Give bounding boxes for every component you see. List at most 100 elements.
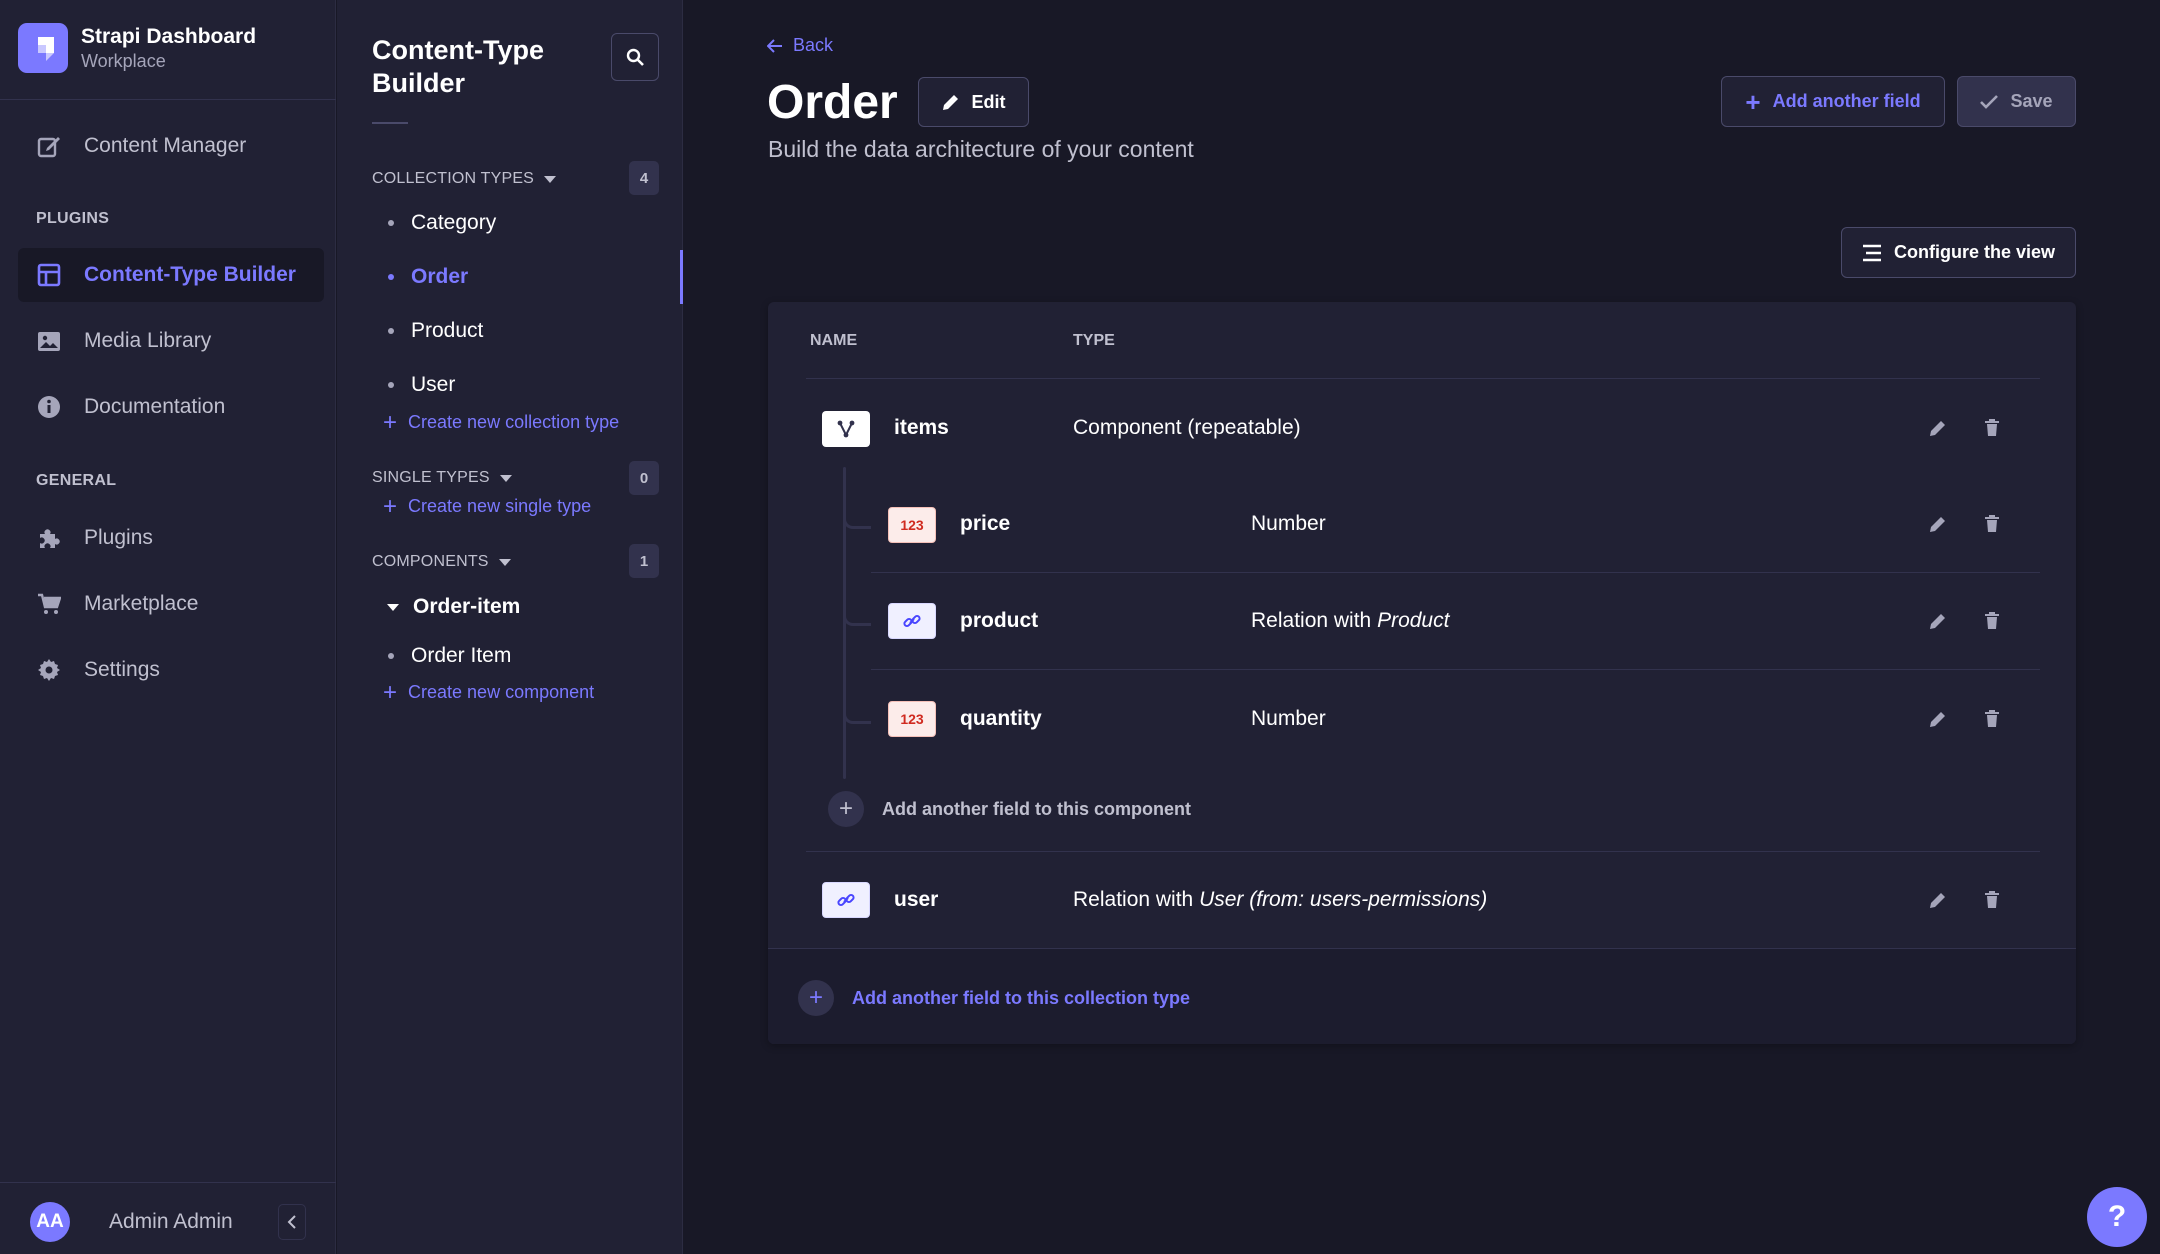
add-another-field-button[interactable]: + Add another field — [1721, 76, 1945, 127]
field-type: Number — [1251, 707, 1326, 730]
layout-grid-icon — [35, 262, 62, 289]
field-name: quantity — [960, 707, 1042, 730]
delete-field-trash-icon[interactable] — [1980, 888, 2004, 912]
caret-down-icon — [499, 474, 512, 482]
nav-marketplace[interactable]: Marketplace — [18, 577, 324, 631]
delete-field-trash-icon[interactable] — [1980, 609, 2004, 633]
tree-connector — [843, 600, 871, 626]
content-type-subnav: Content-Type Builder COLLECTION TYPES 4 … — [337, 0, 683, 1254]
collection-types-toggle[interactable]: COLLECTION TYPES — [372, 170, 557, 188]
header-divider — [806, 378, 2040, 379]
nav-documentation[interactable]: Documentation — [18, 380, 324, 434]
add-collection-field-link[interactable]: Add another field to this collection typ… — [852, 988, 1190, 1009]
subnav-item-label: Product — [411, 319, 484, 342]
field-name: product — [960, 609, 1039, 632]
add-component-field-plus-icon[interactable]: + — [828, 791, 864, 827]
plus-icon: + — [383, 408, 398, 436]
edit-button[interactable]: Edit — [918, 77, 1029, 127]
main-navigation: Strapi Dashboard Workplace Content Manag… — [0, 0, 336, 1254]
row-divider — [806, 851, 2040, 852]
field-name: user — [894, 888, 939, 911]
page-subtitle: Build the data architecture of your cont… — [768, 136, 1194, 162]
nav-section-plugins: PLUGINS — [36, 210, 110, 227]
create-link-label: Create new collection type — [408, 412, 620, 432]
row-divider — [871, 572, 2040, 573]
help-button[interactable]: ? — [2087, 1187, 2147, 1247]
back-link[interactable]: Back — [767, 35, 833, 56]
pencil-square-icon — [35, 133, 62, 160]
user-name[interactable]: Admin Admin — [109, 1210, 233, 1234]
subnav-item-order[interactable]: Order — [388, 265, 468, 289]
nav-label: Documentation — [84, 395, 226, 418]
create-link-label: Create new single type — [408, 496, 592, 516]
delete-field-trash-icon[interactable] — [1980, 707, 2004, 731]
question-mark-icon: ? — [2107, 1200, 2127, 1233]
tree-connector — [843, 698, 871, 724]
subnav-item-label: Order Item — [411, 644, 512, 667]
field-name: price — [960, 512, 1011, 535]
nav-media-library[interactable]: Media Library — [18, 314, 324, 368]
nav-settings[interactable]: Settings — [18, 643, 324, 697]
puzzle-icon — [35, 525, 62, 552]
edit-field-pencil-icon[interactable] — [1926, 512, 1950, 536]
subnav-item-label: Category — [411, 211, 497, 234]
subnav-item-order-item[interactable]: Order Item — [388, 644, 511, 668]
avatar[interactable]: AA — [30, 1202, 70, 1242]
nav-content-type-builder[interactable]: Content-Type Builder — [18, 248, 324, 302]
collapse-nav-button[interactable] — [278, 1204, 306, 1240]
component-category-order-item[interactable]: Order-item — [387, 595, 520, 619]
nav-label: Media Library — [84, 329, 212, 352]
save-button[interactable]: Save — [1957, 76, 2076, 127]
section-label: COMPONENTS — [372, 553, 489, 570]
delete-field-trash-icon[interactable] — [1980, 512, 2004, 536]
field-type: Relation with Product — [1251, 609, 1449, 633]
relation-target: User (from: users-permissions) — [1199, 888, 1488, 911]
nav-content-manager[interactable]: Content Manager — [18, 119, 324, 173]
subnav-title: Content-Type Builder — [372, 35, 544, 98]
caret-down-icon — [544, 175, 557, 183]
brand[interactable]: Strapi Dashboard Workplace — [18, 22, 256, 74]
edit-field-pencil-icon[interactable] — [1926, 888, 1950, 912]
create-component-link[interactable]: + Create new component — [383, 680, 594, 704]
subnav-item-category[interactable]: Category — [388, 211, 496, 235]
subnav-item-label: Order — [411, 265, 469, 288]
create-collection-type-link[interactable]: + Create new collection type — [383, 408, 620, 436]
components-toggle[interactable]: COMPONENTS — [372, 553, 511, 571]
subnav-item-user[interactable]: User — [388, 373, 455, 397]
check-icon — [1980, 94, 2010, 109]
nav-label: Content-Type Builder — [84, 263, 296, 286]
caret-down-icon — [498, 558, 511, 566]
subnav-search-button[interactable] — [611, 33, 659, 81]
edit-field-pencil-icon[interactable] — [1926, 609, 1950, 633]
relation-prefix: Relation with — [1251, 609, 1378, 632]
field-type: Number — [1251, 512, 1326, 535]
edit-field-pencil-icon[interactable] — [1926, 707, 1950, 731]
create-single-type-link[interactable]: + Create new single type — [383, 494, 592, 518]
add-collection-field-plus-icon[interactable]: + — [798, 980, 834, 1016]
configure-view-button[interactable]: Configure the view — [1841, 227, 2076, 278]
component-field-icon — [822, 411, 870, 447]
edit-field-pencil-icon[interactable] — [1926, 416, 1950, 440]
add-field-label: Add another field — [1772, 91, 1921, 111]
relation-target: Product — [1377, 609, 1450, 632]
single-types-toggle[interactable]: SINGLE TYPES — [372, 469, 512, 487]
nav-section-general: GENERAL — [36, 472, 117, 489]
search-icon — [626, 48, 644, 66]
section-label: SINGLE TYPES — [372, 469, 490, 486]
component-category-label: Order-item — [413, 595, 521, 618]
column-header-type: TYPE — [1073, 332, 1115, 349]
delete-field-trash-icon[interactable] — [1980, 416, 2004, 440]
subnav-item-product[interactable]: Product — [388, 319, 483, 343]
single-types-count: 0 — [629, 461, 659, 495]
row-divider — [871, 669, 2040, 670]
number-field-icon: 123 — [888, 507, 936, 543]
number-field-icon: 123 — [888, 701, 936, 737]
page-title: Order — [767, 76, 898, 129]
field-type: Relation with User (from: users-permissi… — [1073, 888, 1487, 912]
info-circle-icon — [35, 394, 62, 421]
bullet-icon — [388, 653, 394, 659]
nav-label: Content Manager — [84, 134, 247, 157]
strapi-logo-icon — [18, 23, 68, 73]
add-component-field-link[interactable]: Add another field to this component — [882, 799, 1191, 820]
nav-plugins[interactable]: Plugins — [18, 511, 324, 565]
